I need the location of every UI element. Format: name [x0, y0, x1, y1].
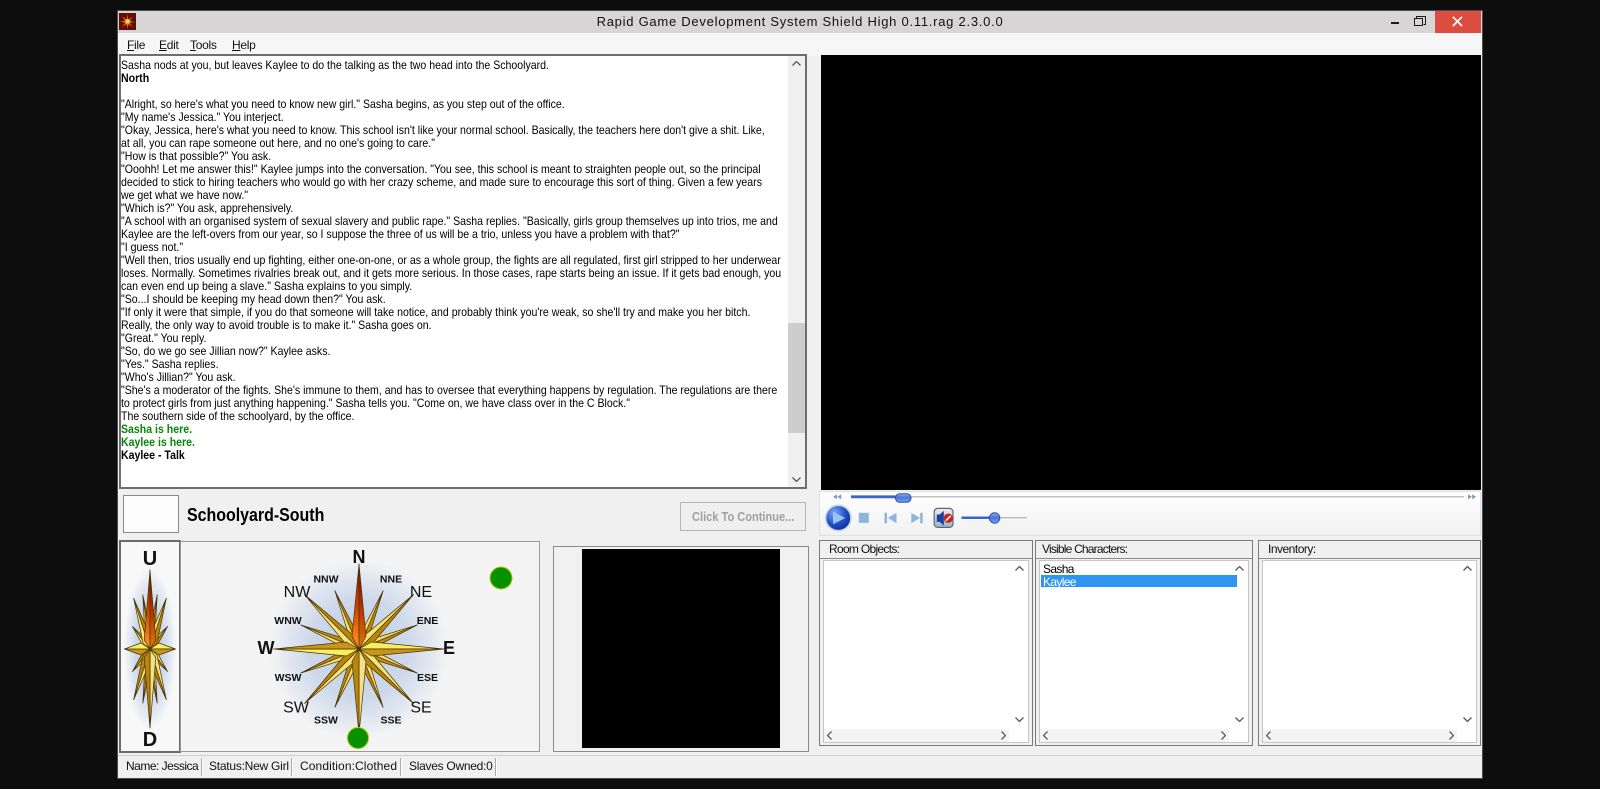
- svg-text:D: D: [143, 729, 157, 751]
- svg-text:SE: SE: [410, 700, 431, 717]
- svg-text:WSW: WSW: [275, 672, 302, 684]
- svg-text:SSW: SSW: [314, 715, 338, 727]
- svg-text:NNW: NNW: [313, 574, 338, 586]
- svg-text:U: U: [143, 548, 157, 570]
- svg-text:ENE: ENE: [417, 615, 439, 627]
- svg-text:NW: NW: [284, 584, 312, 601]
- svg-text:NE: NE: [410, 584, 432, 601]
- svg-text:ESE: ESE: [417, 672, 438, 684]
- svg-text:SW: SW: [283, 700, 310, 717]
- svg-text:W: W: [258, 638, 275, 658]
- svg-text:E: E: [443, 638, 455, 658]
- svg-text:WNW: WNW: [274, 615, 301, 627]
- svg-text:N: N: [353, 547, 366, 567]
- svg-text:NNE: NNE: [380, 574, 402, 586]
- svg-text:SSE: SSE: [380, 715, 401, 727]
